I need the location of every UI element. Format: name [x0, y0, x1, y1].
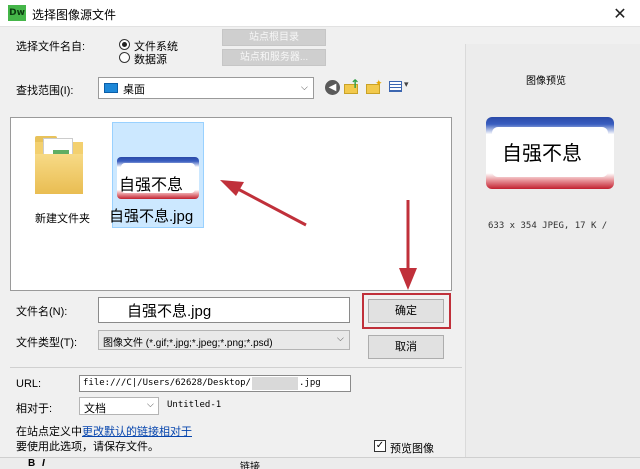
url-label: URL: — [16, 378, 42, 390]
image-file-item[interactable]: 自强不息 自强不息.jpg — [109, 122, 204, 228]
close-button[interactable]: ✕ — [600, 0, 640, 27]
view-menu-icon[interactable]: ▾ — [389, 80, 411, 94]
select-from-label: 选择文件名自: — [16, 41, 86, 53]
radio-data-source[interactable] — [119, 52, 130, 63]
preview-image-checkbox[interactable]: ✓ — [374, 440, 386, 452]
radio-data-source-label: 数据源 — [134, 54, 167, 66]
preview-title: 图像预览 — [526, 76, 566, 87]
link-label: 链接 — [240, 462, 260, 469]
file-name-input[interactable]: 自强不息.jpg — [98, 297, 350, 323]
folder-icon — [35, 136, 83, 194]
cancel-button[interactable]: 取消 — [368, 335, 444, 359]
thumbnail-text: 自强不息 — [119, 177, 184, 194]
radio-file-system[interactable] — [119, 39, 130, 50]
separator — [10, 367, 462, 368]
document-name: Untitled-1 — [167, 400, 222, 410]
change-relative-link[interactable]: 更改默认的链接相对于 — [82, 426, 192, 438]
title-bar: Dw 选择图像源文件 ✕ — [0, 0, 640, 27]
preview-image-text: 自强不息 — [502, 143, 582, 165]
image-file-name: 自强不息.jpg — [109, 208, 194, 225]
file-type-value: 图像文件 (*.gif;*.jpg;*.jpeg;*.png;*.psd) — [103, 338, 273, 349]
preview-thumbnail: 自强不息 — [486, 117, 614, 189]
window-title: 选择图像源文件 — [32, 8, 117, 22]
file-name-value: 自强不息.jpg — [127, 303, 212, 320]
italic-button[interactable]: I — [42, 458, 45, 469]
desktop-icon — [104, 83, 118, 93]
chevron-down-icon: ⌵ — [147, 400, 154, 410]
preview-image-checkbox-label: 预览图像 — [390, 443, 434, 455]
relative-to-select[interactable]: 文档 ⌵ — [79, 397, 159, 415]
site-server-button[interactable]: 站点和服务器... — [222, 49, 326, 66]
up-folder-icon[interactable]: ↑ — [344, 77, 362, 95]
note-prefix: 在站点定义中 — [16, 426, 82, 438]
background-toolbar-strip: B I 链接 — [0, 457, 640, 469]
relative-to-value: 文档 — [84, 403, 106, 415]
look-in-label: 查找范围(I): — [16, 85, 74, 97]
new-folder-icon[interactable]: ✦ — [366, 79, 384, 95]
folder-name: 新建文件夹 — [35, 213, 90, 225]
chevron-down-icon: ⌵ — [337, 334, 344, 344]
url-value: file:///C|/Users/62628/Desktop/ — [83, 378, 251, 388]
save-file-note: 要使用此选项，请保存文件。 — [16, 441, 159, 453]
url-suffix: .jpg — [299, 378, 321, 388]
redacted-region — [252, 377, 298, 390]
file-name-label: 文件名(N): — [16, 306, 68, 318]
image-preview-pane: 图像预览 自强不息 633 x 354 JPEG, 17 K / — [465, 44, 640, 469]
dreamweaver-app-icon: Dw — [8, 5, 26, 21]
back-icon[interactable]: ◀ — [325, 80, 340, 95]
ok-button[interactable]: 确定 — [368, 299, 444, 323]
look-in-select[interactable]: 桌面 ⌵ — [98, 77, 314, 99]
site-definition-note: 在站点定义中更改默认的链接相对于 — [16, 423, 192, 439]
preview-info: 633 x 354 JPEG, 17 K / — [488, 221, 608, 231]
folder-item[interactable]: 新建文件夹 — [21, 126, 101, 226]
bold-button[interactable]: B — [28, 458, 35, 469]
file-type-select[interactable]: 图像文件 (*.gif;*.jpg;*.jpeg;*.png;*.psd) ⌵ — [98, 330, 350, 350]
file-type-label: 文件类型(T): — [16, 337, 78, 349]
relative-to-label: 相对于: — [16, 403, 53, 415]
chevron-down-icon: ⌵ — [301, 83, 308, 93]
site-root-button[interactable]: 站点根目录 — [222, 29, 326, 46]
look-in-value: 桌面 — [123, 84, 145, 96]
file-list-pane[interactable]: 新建文件夹 自强不息 自强不息.jpg — [10, 117, 452, 291]
url-input[interactable]: file:///C|/Users/62628/Desktop/ .jpg — [79, 375, 351, 392]
